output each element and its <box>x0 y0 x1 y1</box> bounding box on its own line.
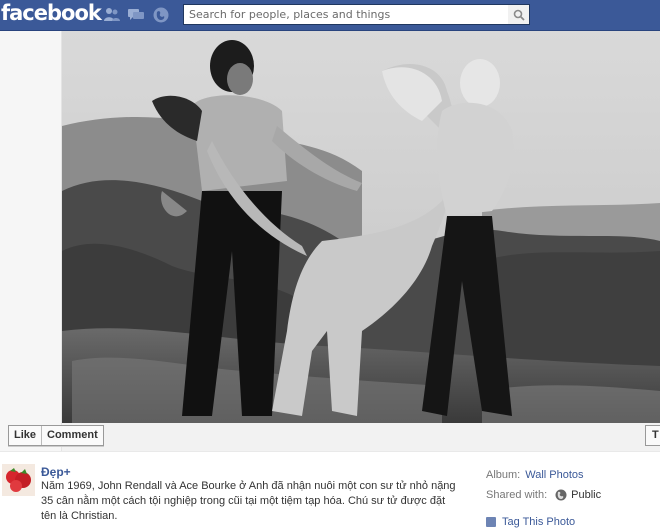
post-description: Năm 1969, John Rendall và Ace Bourke ở A… <box>41 480 456 522</box>
audience-value[interactable]: Public <box>571 489 601 501</box>
tag-button-partial[interactable]: T <box>645 425 660 446</box>
photo-stage <box>0 31 660 451</box>
photo-meta: Album: Wall Photos Shared with: Public <box>486 465 601 505</box>
search-button[interactable] <box>508 4 530 25</box>
lion-photo[interactable] <box>62 31 660 423</box>
tag-icon <box>486 517 496 527</box>
messages-icon[interactable] <box>127 6 145 24</box>
tag-this-photo-link[interactable]: Tag This Photo <box>486 516 575 528</box>
notifications-icon[interactable] <box>152 6 170 24</box>
comment-button[interactable]: Comment <box>41 426 103 445</box>
shared-with-label: Shared with: <box>486 489 548 501</box>
album-link[interactable]: Wall Photos <box>525 469 583 481</box>
stage-left-margin <box>0 31 62 451</box>
facebook-logo[interactable]: facebook <box>1 1 102 25</box>
top-bar: facebook <box>0 0 660 31</box>
friend-requests-icon[interactable] <box>103 6 121 24</box>
search-input[interactable] <box>184 5 508 24</box>
like-button[interactable]: Like <box>9 426 41 445</box>
photo-caption: Đẹp+ Năm 1969, John Rendall và Ace Bourk… <box>0 451 660 525</box>
search-icon <box>513 9 525 21</box>
post-author[interactable]: Đẹp+ <box>41 465 71 479</box>
tag-this-photo-label: Tag This Photo <box>502 516 576 528</box>
search-box[interactable] <box>183 4 509 25</box>
photo-actions: Like Comment <box>8 425 104 446</box>
globe-icon <box>555 489 567 501</box>
avatar[interactable] <box>2 464 35 496</box>
album-label: Album: <box>486 469 521 481</box>
